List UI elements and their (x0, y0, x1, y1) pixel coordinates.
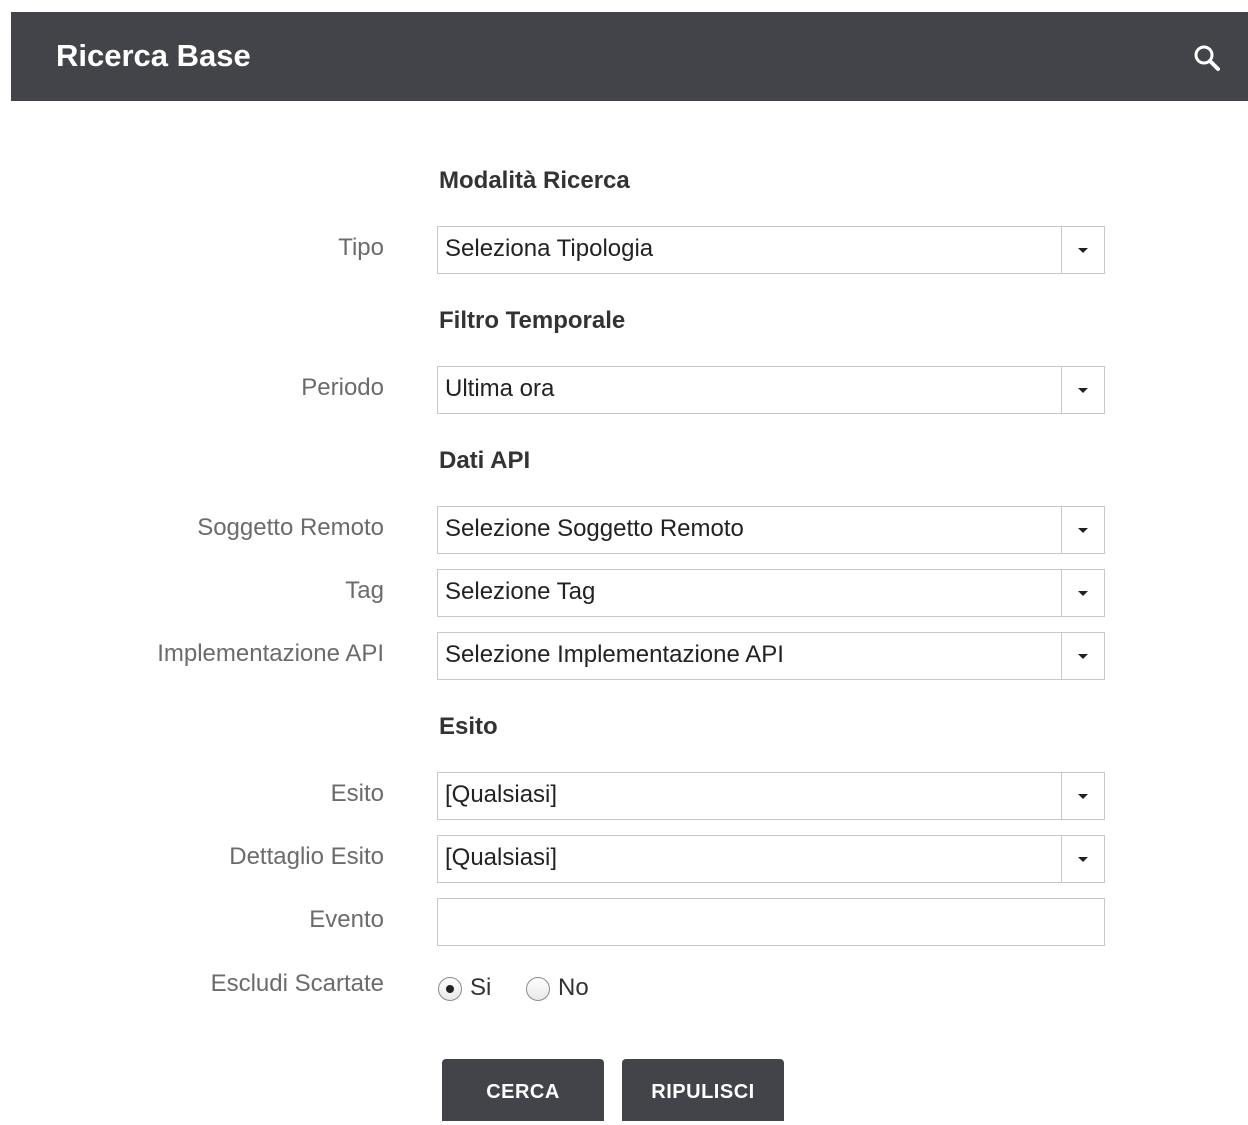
section-title-filtro: Filtro Temporale (439, 307, 626, 334)
escludi-scartate-label: Escludi Scartate (210, 970, 384, 997)
periodo-select-toggle[interactable] (1061, 367, 1104, 413)
implementazione-api-select-value: Selezione Implementazione API (445, 641, 784, 668)
tipo-select-value: Seleziona Tipologia (445, 235, 654, 262)
caret-down-icon (1078, 654, 1088, 659)
periodo-label: Periodo (301, 374, 384, 401)
soggetto-remoto-select-toggle[interactable] (1061, 507, 1104, 553)
soggetto-remoto-select[interactable]: Selezione Soggetto Remoto (437, 506, 1105, 554)
escludi-no-label[interactable]: No (558, 974, 589, 1002)
caret-down-icon (1078, 794, 1088, 799)
implementazione-api-label: Implementazione API (157, 640, 384, 667)
tipo-select[interactable]: Seleziona Tipologia (437, 226, 1105, 274)
dettaglio-esito-select-value: [Qualsiasi] (445, 844, 558, 871)
search-icon[interactable] (1192, 43, 1222, 73)
evento-input[interactable] (437, 898, 1105, 946)
implementazione-api-select[interactable]: Selezione Implementazione API (437, 632, 1105, 680)
periodo-select-value: Ultima ora (445, 375, 555, 402)
tag-select-toggle[interactable] (1061, 570, 1104, 616)
caret-down-icon (1078, 591, 1088, 596)
section-title-dati-api: Dati API (439, 447, 531, 474)
caret-down-icon (1078, 388, 1088, 393)
caret-down-icon (1078, 248, 1088, 253)
soggetto-remoto-select-value: Selezione Soggetto Remoto (445, 515, 744, 542)
evento-label: Evento (309, 906, 384, 933)
page-title: Ricerca Base (56, 38, 251, 73)
escludi-si-label[interactable]: Si (470, 974, 491, 1002)
tag-label: Tag (345, 577, 384, 604)
esito-select[interactable]: [Qualsiasi] (437, 772, 1105, 820)
ripulisci-button[interactable]: RIPULISCI (622, 1059, 784, 1121)
tag-select[interactable]: Selezione Tag (437, 569, 1105, 617)
esito-select-value: [Qualsiasi] (445, 781, 558, 808)
section-title-esito: Esito (439, 713, 498, 740)
periodo-select[interactable]: Ultima ora (437, 366, 1105, 414)
soggetto-remoto-label: Soggetto Remoto (197, 514, 384, 541)
caret-down-icon (1078, 528, 1088, 533)
implementazione-api-select-toggle[interactable] (1061, 633, 1104, 679)
dettaglio-esito-select[interactable]: [Qualsiasi] (437, 835, 1105, 883)
page-header: Ricerca Base (11, 12, 1248, 101)
caret-down-icon (1078, 857, 1088, 862)
esito-label: Esito (330, 780, 384, 807)
dettaglio-esito-label: Dettaglio Esito (229, 843, 384, 870)
tag-select-value: Selezione Tag (445, 578, 596, 605)
cerca-button[interactable]: CERCA (442, 1059, 604, 1121)
escludi-si-radio[interactable] (438, 977, 462, 1001)
tipo-select-toggle[interactable] (1061, 227, 1104, 273)
esito-select-toggle[interactable] (1061, 773, 1104, 819)
section-title-modalita: Modalità Ricerca (439, 167, 630, 194)
dettaglio-esito-select-toggle[interactable] (1061, 836, 1104, 882)
tipo-label: Tipo (338, 234, 384, 261)
escludi-no-radio[interactable] (526, 977, 550, 1001)
